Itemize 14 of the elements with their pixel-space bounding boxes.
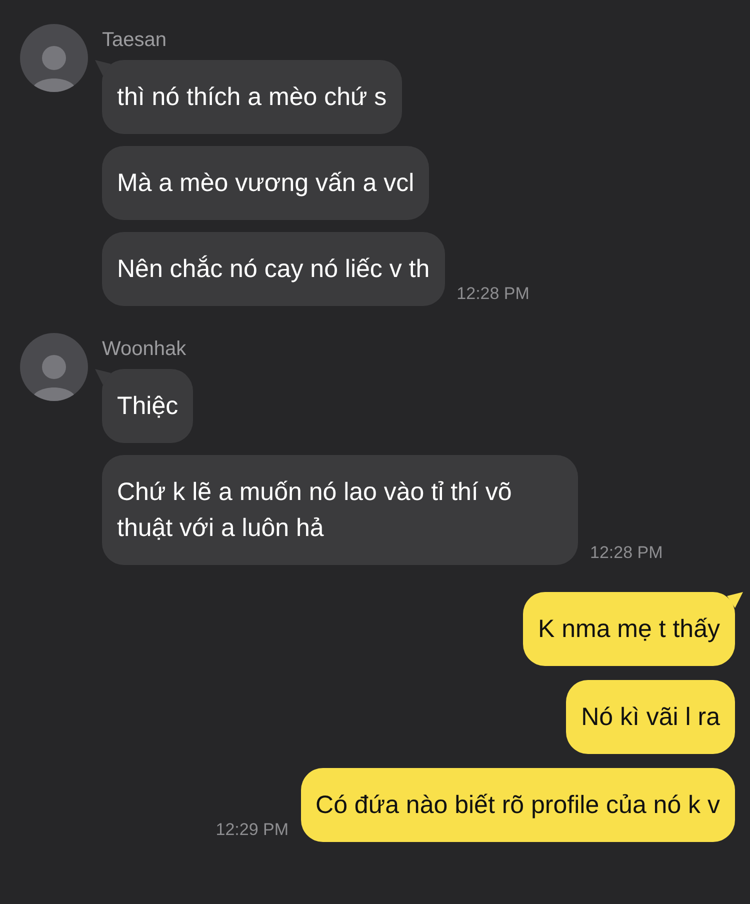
sender-name: Woonhak [102,337,188,361]
message-time: 12:28 PM [590,543,663,563]
message-bubble: Mà a mèo vương vấn a vcl [102,146,430,220]
message-bubble: Nên chắc nó cay nó liếc v th [102,232,445,306]
message-bubble: Nó kì vãi l ra [566,680,735,754]
message-bubble: Thiệc [102,369,194,443]
message-time: 12:28 PM [456,284,530,304]
sender-name: Taesan [102,28,168,52]
bubble-tail [727,592,743,608]
message-bubble: Có đứa nào biết rõ profile của nó k v [300,768,735,842]
message-bubble: thì nó thích a mèo chứ s [102,60,402,134]
message-time: 12:29 PM [216,820,289,840]
message-bubble: K nma mẹ t thấy [522,592,735,666]
message-bubble: Chứ k lẽ a muốn nó lao vào tỉ thí võ thuật với a luôn hả [102,455,578,565]
